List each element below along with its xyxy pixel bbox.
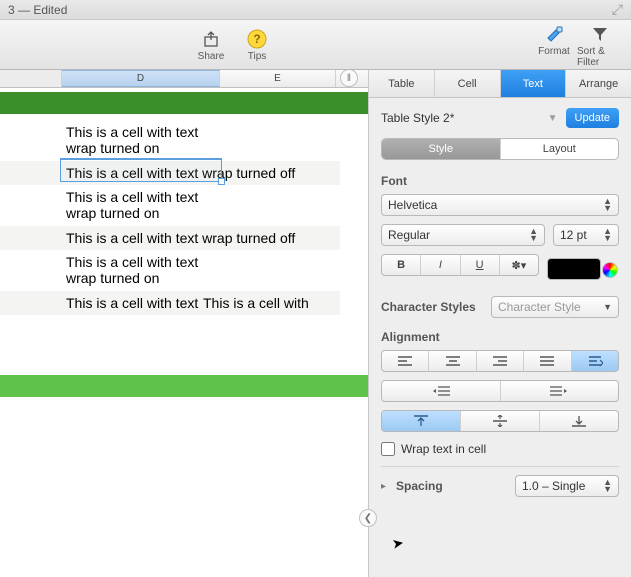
collapse-inspector-handle[interactable]: ❮ <box>359 509 377 527</box>
font-options-button[interactable]: ✽▾ <box>499 255 538 275</box>
spreadsheet-area[interactable]: D E ‖ This is a cell with text wrap turn… <box>0 70 368 577</box>
tips-icon: ? <box>247 27 267 51</box>
format-label: Format <box>538 46 570 57</box>
font-size-select[interactable]: 12 pt ▲▼ <box>553 224 619 246</box>
horizontal-align-buttons <box>381 350 619 372</box>
table-row[interactable]: This is a cell with text This is a cell … <box>0 291 340 315</box>
svg-text:?: ? <box>253 32 260 46</box>
font-family-select[interactable]: Helvetica ▲▼ <box>381 194 619 216</box>
table-row[interactable]: This is a cell with text wrap turned on <box>0 185 340 226</box>
align-justify-button[interactable] <box>523 351 570 371</box>
gear-icon: ✽▾ <box>512 259 527 272</box>
cursor-icon: ➤ <box>391 534 406 553</box>
format-button[interactable]: Format <box>531 22 577 68</box>
wrap-text-row: Wrap text in cell <box>381 442 619 456</box>
italic-button[interactable]: I <box>420 255 459 275</box>
spacing-select[interactable]: 1.0 – Single ▲▼ <box>515 475 619 497</box>
valign-top-button[interactable] <box>382 411 460 431</box>
vertical-align-buttons <box>381 410 619 432</box>
filter-icon <box>591 22 609 46</box>
tab-arrange[interactable]: Arrange <box>565 70 631 97</box>
table-row[interactable]: This is a cell with text wrap turned on <box>0 250 340 291</box>
character-styles-label: Character Styles <box>381 300 476 314</box>
text-color-swatch[interactable] <box>547 258 601 280</box>
table-style-name[interactable]: Table Style 2* <box>381 111 454 125</box>
column-header-e[interactable]: E <box>220 70 336 87</box>
wrap-text-label: Wrap text in cell <box>401 442 486 456</box>
segment-style[interactable]: Style <box>382 139 500 159</box>
tips-label: Tips <box>248 51 267 62</box>
valign-middle-button[interactable] <box>460 411 539 431</box>
table-style-row: Table Style 2* ▼ Update <box>381 108 619 128</box>
updown-icon: ▲▼ <box>603 479 612 493</box>
format-icon <box>544 22 564 46</box>
toolbar: Share ? Tips Format Sort & Filter <box>0 20 631 70</box>
tab-text[interactable]: Text <box>500 70 566 97</box>
style-layout-segment: Style Layout <box>381 138 619 160</box>
updown-icon: ▲▼ <box>603 228 612 242</box>
underline-button[interactable]: U <box>460 255 499 275</box>
column-headers: D E ‖ <box>0 70 368 88</box>
window-titlebar: 3 — Edited ⤢ <box>0 0 631 20</box>
indent-buttons <box>381 380 619 402</box>
window-title: 3 — Edited <box>8 3 67 17</box>
font-style-buttons: B I U ✽▾ <box>381 254 539 276</box>
bold-button[interactable]: B <box>382 255 420 275</box>
table-row[interactable]: This is a cell with text wrap turned off <box>0 161 340 185</box>
chevron-down-icon: ▼ <box>603 304 612 311</box>
wrap-text-checkbox[interactable] <box>381 442 395 456</box>
align-center-button[interactable] <box>428 351 475 371</box>
align-auto-button[interactable] <box>571 351 618 371</box>
increase-indent-button[interactable] <box>500 381 619 401</box>
share-button[interactable]: Share <box>188 27 234 62</box>
disclosure-triangle-icon[interactable]: ▸ <box>381 481 386 492</box>
sort-filter-button[interactable]: Sort & Filter <box>577 22 623 68</box>
header-band <box>0 92 368 114</box>
valign-bottom-button[interactable] <box>539 411 618 431</box>
updown-icon: ▲▼ <box>603 198 612 212</box>
inspector-tabs: Table Cell Text Arrange <box>369 70 631 98</box>
alignment-section-label: Alignment <box>381 330 619 344</box>
align-right-button[interactable] <box>476 351 523 371</box>
character-style-select[interactable]: Character Style ▼ <box>491 296 619 318</box>
tab-cell[interactable]: Cell <box>434 70 500 97</box>
tips-button[interactable]: ? Tips <box>234 27 280 62</box>
table-row[interactable]: This is a cell with text wrap turned on <box>0 120 340 161</box>
updown-icon: ▲▼ <box>529 228 538 242</box>
column-header-blank[interactable] <box>0 70 62 87</box>
window-minimize-icon[interactable]: ⤢ <box>612 1 623 18</box>
share-icon <box>202 27 220 51</box>
align-left-button[interactable] <box>382 351 428 371</box>
share-label: Share <box>198 51 225 62</box>
font-weight-select[interactable]: Regular ▲▼ <box>381 224 545 246</box>
segment-layout[interactable]: Layout <box>500 139 619 159</box>
table-row[interactable]: This is a cell with text wrap turned off <box>0 226 340 250</box>
update-style-button[interactable]: Update <box>566 108 619 128</box>
decrease-indent-button[interactable] <box>382 381 500 401</box>
add-column-handle[interactable]: ‖ <box>340 70 358 87</box>
footer-band <box>0 375 368 397</box>
style-dropdown-icon[interactable]: ▼ <box>548 113 558 124</box>
inspector-panel: Table Cell Text Arrange Table Style 2* ▼… <box>368 70 631 577</box>
column-header-d[interactable]: D <box>62 70 220 87</box>
spacing-label: Spacing <box>396 479 443 493</box>
font-section-label: Font <box>381 174 619 188</box>
sort-filter-label: Sort & Filter <box>577 46 623 68</box>
spacing-row: ▸ Spacing 1.0 – Single ▲▼ <box>381 466 619 497</box>
tab-table[interactable]: Table <box>369 70 434 97</box>
